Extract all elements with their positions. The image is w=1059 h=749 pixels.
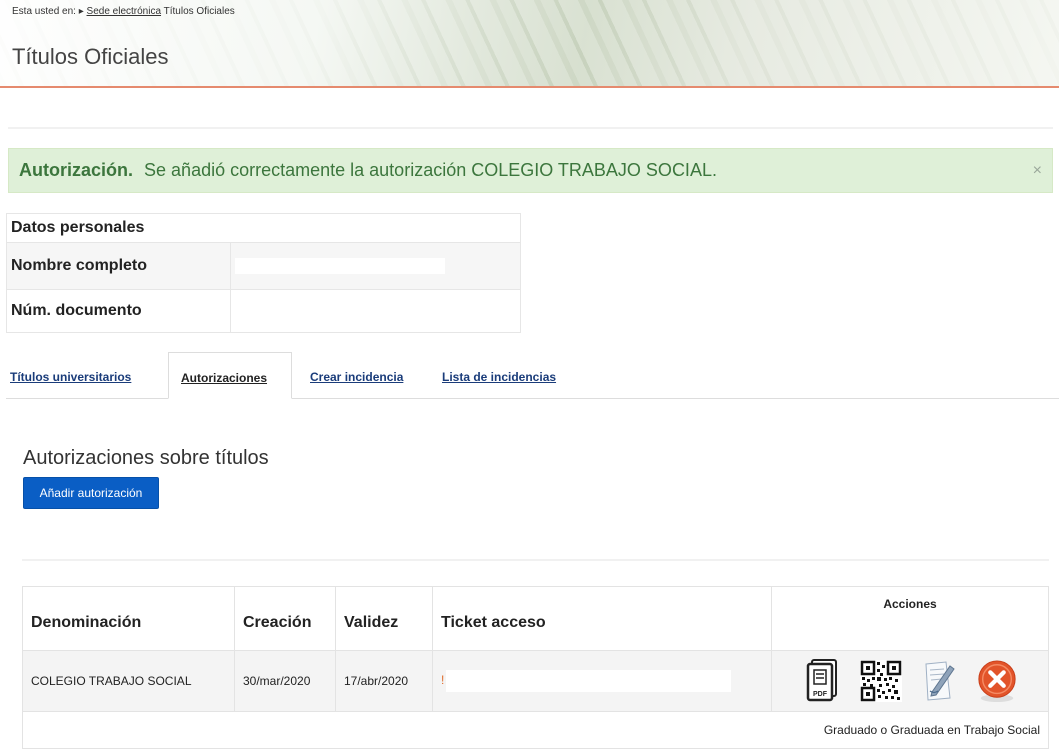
tab-lista-incidencias-label[interactable]: Lista de incidencias xyxy=(442,370,556,384)
cell-actions: PDF xyxy=(771,650,1049,712)
page-title: Títulos Oficiales xyxy=(12,44,169,69)
column-header-validez: Validez xyxy=(335,586,433,651)
alert-title: Autorización. xyxy=(19,160,134,180)
ticket-mark: ! xyxy=(441,673,445,688)
breadcrumb-arrow-icon: ▸ xyxy=(78,6,84,17)
redacted-name xyxy=(235,257,445,274)
column-header-denominacion: Denominación xyxy=(22,586,235,651)
divider xyxy=(22,559,1049,561)
breadcrumb-current: Títulos Oficiales xyxy=(163,6,235,17)
header-banner: Esta usted en: ▸ Sede electrónica Título… xyxy=(0,0,1059,88)
breadcrumb: Esta usted en: ▸ Sede electrónica Título… xyxy=(12,6,235,17)
tab-bar: Títulos universitarios Autorizaciones Cr… xyxy=(6,352,1059,399)
tab-titulos-universitarios[interactable]: Títulos universitarios xyxy=(10,352,131,398)
table-subrow: Graduado o Graduada en Trabajo Social xyxy=(22,711,1049,749)
svg-text:PDF: PDF xyxy=(813,691,828,698)
tab-crear-incidencia[interactable]: Crear incidencia xyxy=(310,352,403,398)
breadcrumb-prefix: Esta usted en: xyxy=(12,6,76,17)
add-authorization-button[interactable]: Añadir autorización xyxy=(23,477,159,509)
qr-code-icon[interactable] xyxy=(860,656,902,706)
section-title: Autorizaciones sobre títulos xyxy=(23,447,269,469)
authorizations-table: Denominación Creación Validez Ticket acc… xyxy=(22,586,1049,749)
alert-message: Se añadió correctamente la autorización … xyxy=(144,160,717,180)
full-name-label: Nombre completo xyxy=(6,242,231,290)
tab-titulos-universitarios-label[interactable]: Títulos universitarios xyxy=(10,370,131,384)
tab-lista-incidencias[interactable]: Lista de incidencias xyxy=(442,352,556,398)
column-header-acciones: Acciones xyxy=(771,586,1049,651)
tab-autorizaciones[interactable]: Autorizaciones xyxy=(168,352,292,399)
column-header-ticket: Ticket acceso xyxy=(432,586,772,651)
personal-data-heading: Datos personales xyxy=(6,213,521,243)
column-header-creacion: Creación xyxy=(234,586,336,651)
tab-autorizaciones-label[interactable]: Autorizaciones xyxy=(181,371,267,385)
cell-validez: 17/abr/2020 xyxy=(335,650,433,712)
cell-ticket: ! xyxy=(432,650,772,712)
success-alert: Autorización. Se añadió correctamente la… xyxy=(8,148,1053,193)
pdf-icon[interactable]: PDF xyxy=(802,656,844,706)
delete-icon[interactable] xyxy=(976,656,1018,706)
edit-icon[interactable] xyxy=(918,656,960,706)
personal-data-table: Datos personales Nombre completo Núm. do… xyxy=(6,213,521,333)
cell-creacion: 30/mar/2020 xyxy=(234,650,336,712)
document-number-value xyxy=(230,289,521,333)
divider xyxy=(8,127,1053,129)
redacted-ticket xyxy=(446,670,732,692)
cell-denominacion: COLEGIO TRABAJO SOCIAL xyxy=(22,650,235,712)
breadcrumb-link-sede[interactable]: Sede electrónica xyxy=(87,6,162,17)
document-number-label: Núm. documento xyxy=(6,289,231,333)
close-icon[interactable]: × xyxy=(1033,149,1042,192)
degree-name: Graduado o Graduada en Trabajo Social xyxy=(22,711,1049,749)
tab-crear-incidencia-label[interactable]: Crear incidencia xyxy=(310,370,403,384)
table-row: COLEGIO TRABAJO SOCIAL 30/mar/2020 17/ab… xyxy=(22,650,1049,712)
full-name-value xyxy=(230,242,521,290)
